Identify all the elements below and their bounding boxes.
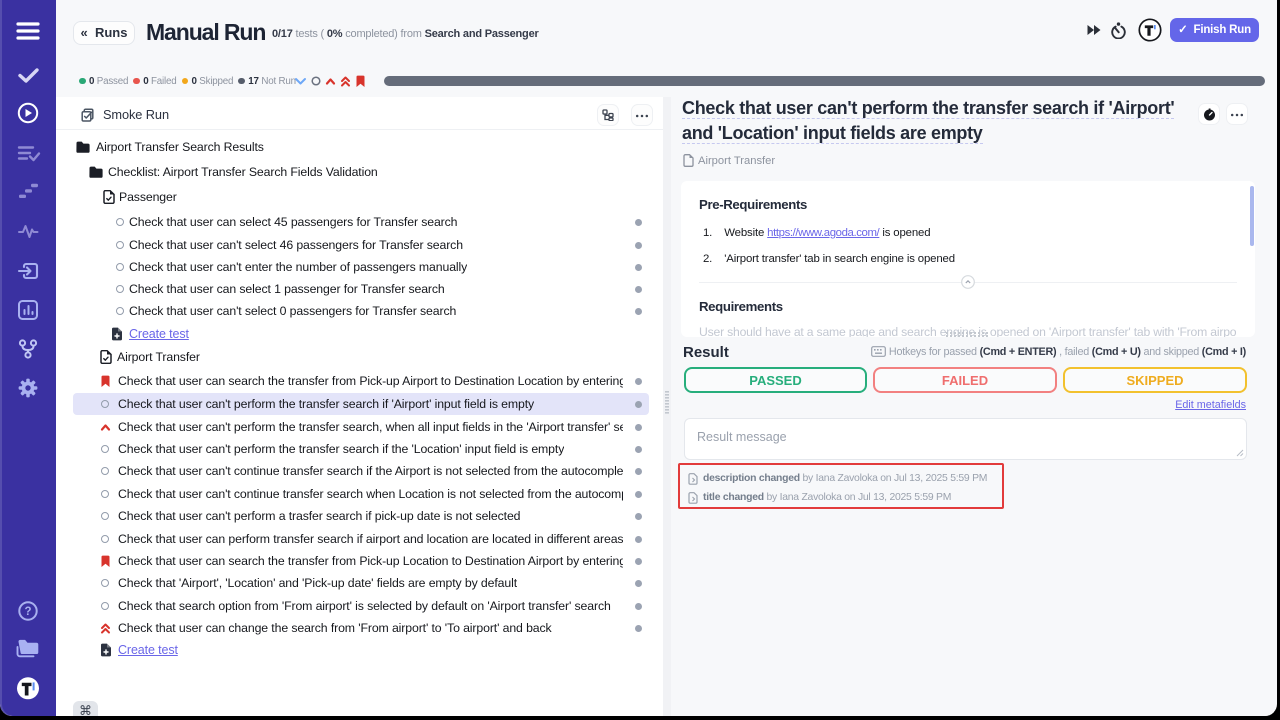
svg-text:?: ?: [24, 606, 31, 618]
